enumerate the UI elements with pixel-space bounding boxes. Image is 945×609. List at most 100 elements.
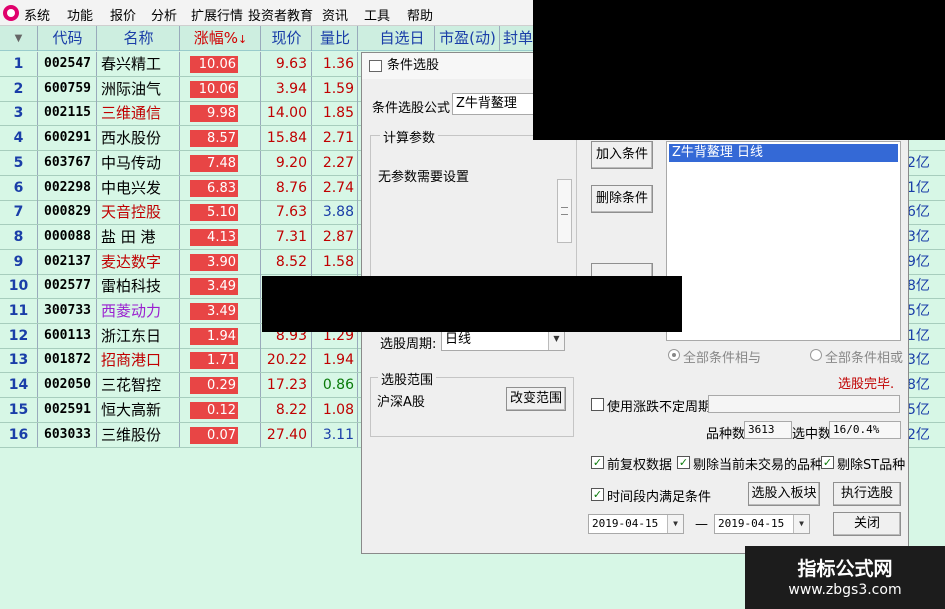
stock-name: 麦达数字	[98, 249, 180, 274]
change-bar: 3.90	[190, 253, 238, 271]
change-cell: 10.06	[181, 52, 261, 76]
row-index: 3	[0, 101, 38, 126]
menu-help[interactable]: 帮助	[407, 5, 433, 24]
unfixed-period-field[interactable]	[708, 395, 900, 413]
col-change[interactable]: 涨幅%↓	[181, 26, 261, 51]
change-cell: 3.90	[181, 249, 261, 274]
stock-name: 盐 田 港	[98, 224, 180, 249]
menu-tools[interactable]: 工具	[364, 5, 390, 24]
change-bar: 10.06	[190, 80, 238, 98]
count-label: 品种数	[706, 427, 746, 442]
stock-code: 603033	[39, 422, 97, 447]
exclude-st-checkbox[interactable]: ✓	[821, 456, 834, 469]
stock-price: 8.22	[262, 397, 312, 422]
period-label: 选股周期:	[380, 337, 437, 352]
radio-all-or[interactable]	[810, 349, 822, 361]
change-bar: 9.98	[190, 105, 238, 123]
menu-analysis[interactable]: 分析	[151, 5, 177, 24]
stock-price: 7.31	[262, 224, 312, 249]
period-select[interactable]: 日线 ▼	[441, 329, 565, 351]
change-cell: 5.10	[181, 200, 261, 225]
row-index: 15	[0, 397, 38, 422]
menu-quote[interactable]: 报价	[110, 5, 136, 24]
date-from-select[interactable]: 2019-04-15 ▼	[588, 514, 684, 534]
stock-name: 春兴精工	[98, 52, 180, 76]
radio-all-and[interactable]	[668, 349, 680, 361]
col-price[interactable]: 现价	[262, 26, 312, 51]
app-logo-icon[interactable]	[3, 5, 19, 21]
change-scope-button[interactable]: 改变范围	[506, 387, 566, 411]
row-index: 12	[0, 323, 38, 348]
time-range-label: 时间段内满足条件	[607, 490, 712, 505]
menu-extended-quotes[interactable]: 扩展行情	[191, 5, 243, 24]
col-seal[interactable]: 封单	[501, 26, 535, 51]
menu-system[interactable]: 系统	[24, 5, 50, 24]
execute-button[interactable]: 执行选股	[833, 482, 901, 506]
volume-ratio: 1.36	[313, 52, 358, 76]
stock-code: 002298	[39, 175, 97, 200]
use-unfixed-period-checkbox[interactable]	[591, 398, 604, 411]
menu-investor-education[interactable]: 投资者教育	[248, 5, 313, 24]
seal-cell: 1亿	[904, 323, 945, 348]
change-cell: 0.12	[181, 397, 261, 422]
formula-select[interactable]: Z牛背鳌理	[452, 93, 536, 115]
stock-price: 20.22	[262, 348, 312, 373]
seal-cell: 9亿	[904, 249, 945, 274]
exclude-not-trading-label: 剔除当前未交易的品种	[693, 458, 824, 473]
col-self-select[interactable]: 自选日	[370, 26, 435, 51]
params-text: 无参数需要设置	[378, 170, 470, 185]
watermark: 指标公式网 www.zbgs3.com	[745, 546, 945, 609]
condition-list-item[interactable]: Z牛背鳌理 日线	[669, 144, 898, 162]
col-pe[interactable]: 市盈(动)	[436, 26, 500, 51]
col-code[interactable]: 代码	[39, 26, 97, 51]
stock-code: 002591	[39, 397, 97, 422]
params-scrollbar[interactable]	[557, 179, 572, 243]
seal-cell: 5亿	[904, 397, 945, 422]
forward-adjust-checkbox[interactable]: ✓	[591, 456, 604, 469]
volume-ratio: 3.11	[313, 422, 358, 447]
row-index: 6	[0, 175, 38, 200]
col-volume-ratio[interactable]: 量比	[313, 26, 358, 51]
date-to-value: 2019-04-15	[718, 517, 785, 530]
chevron-down-icon: ▼	[667, 515, 683, 533]
add-condition-button[interactable]: 加入条件	[591, 141, 653, 169]
seal-cell: 3亿	[904, 348, 945, 373]
condition-list[interactable]: Z牛背鳌理 日线	[666, 141, 901, 341]
row-index: 7	[0, 200, 38, 225]
stock-code: 002547	[39, 52, 97, 76]
sort-dropdown-icon[interactable]: ▼	[0, 26, 38, 51]
change-cell: 3.49	[181, 274, 261, 299]
stock-price: 8.76	[262, 175, 312, 200]
change-bar: 10.06	[190, 56, 238, 73]
stock-price: 14.00	[262, 101, 312, 126]
stock-price: 17.23	[262, 373, 312, 398]
menu-function[interactable]: 功能	[67, 5, 93, 24]
menu-news[interactable]: 资讯	[322, 5, 348, 24]
stock-name: 天音控股	[98, 200, 180, 225]
change-cell: 7.48	[181, 150, 261, 175]
col-change-label: 涨幅%	[193, 29, 239, 47]
stock-name: 三花智控	[98, 373, 180, 398]
radio-all-or-label: 全部条件相或	[825, 351, 904, 366]
stock-code: 000829	[39, 200, 97, 225]
row-index: 4	[0, 126, 38, 151]
close-button[interactable]: 关闭	[833, 512, 901, 536]
stock-name: 中电兴发	[98, 175, 180, 200]
to-block-button[interactable]: 选股入板块	[748, 482, 820, 506]
col-name[interactable]: 名称	[98, 26, 180, 51]
seal-cell: 3亿	[904, 224, 945, 249]
change-bar: 0.29	[190, 377, 238, 395]
row-index: 5	[0, 150, 38, 175]
stock-name: 西菱动力	[98, 299, 180, 323]
time-range-checkbox[interactable]: ✓	[591, 488, 604, 501]
stock-code: 600113	[39, 323, 97, 348]
stock-code: 002137	[39, 249, 97, 274]
scrollbar-grip-icon	[561, 207, 568, 215]
change-bar: 8.57	[190, 130, 238, 148]
exclude-not-trading-checkbox[interactable]: ✓	[677, 456, 690, 469]
stock-name: 三维股份	[98, 422, 180, 447]
delete-condition-button[interactable]: 删除条件	[591, 185, 653, 213]
volume-ratio: 1.59	[313, 76, 358, 101]
date-to-select[interactable]: 2019-04-15 ▼	[714, 514, 810, 534]
date-from-value: 2019-04-15	[592, 517, 659, 530]
